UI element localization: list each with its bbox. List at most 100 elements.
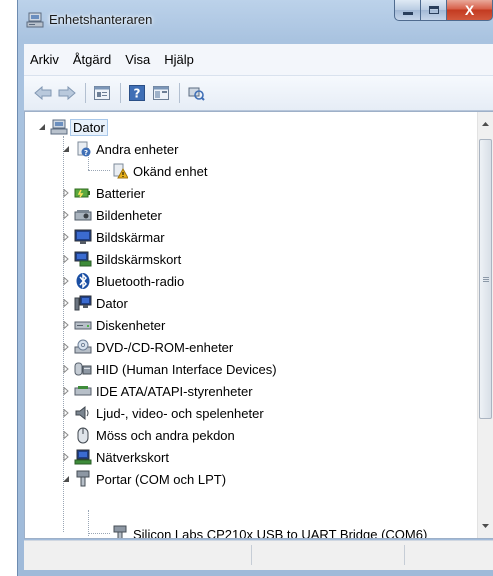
port-icon [74,470,92,488]
scroll-up-button[interactable] [478,115,493,132]
menu-arkiv[interactable]: Arkiv [24,52,66,67]
tree-connector [88,170,110,171]
tree-item-bildskarmskort[interactable]: Bildskärmskort [61,248,181,270]
scroll-down-button[interactable] [478,517,493,534]
computer-icon [50,118,68,136]
tree-item-label: Bildskärmar [96,229,165,245]
tree-item-ljud-video[interactable]: Ljud-, video- och spelenheter [61,402,264,424]
tree-connector [88,533,110,534]
expand-icon[interactable] [61,430,71,440]
tree-item-label: Möss och andra pekdon [96,427,235,443]
scrollbar-thumb[interactable] [479,139,492,419]
scroll-down-icon [482,523,489,528]
bluetooth-icon [74,272,92,290]
computer-icon [74,294,92,312]
unknown-device-folder-icon: ? [74,140,92,158]
expand-icon[interactable] [61,276,71,286]
expand-icon[interactable] [61,210,71,220]
tree-item-label: Nätverkskort [96,449,169,465]
tree-item-label: IDE ATA/ATAPI-styrenheter [96,383,253,399]
device-tree: Dator ? Andra enheter Okänd enhet Batter… [25,112,479,538]
tree-item-hid[interactable]: HID (Human Interface Devices) [61,358,277,380]
help-icon: ? [129,85,145,101]
hid-icon [74,360,92,378]
network-adapter-icon [74,448,92,466]
expand-icon[interactable] [61,452,71,462]
tree-item-diskenheter[interactable]: Diskenheter [61,314,165,336]
svg-text:?: ? [134,87,141,101]
scrollbar-grip [483,281,489,282]
properties-icon [94,86,110,100]
menu-visa[interactable]: Visa [118,52,157,67]
dvd-drive-icon [74,338,92,356]
toolbar-separator [85,83,86,103]
maximize-button[interactable] [421,0,447,21]
tree-child-silicon-labs[interactable]: Silicon Labs CP210x USB to UART Bridge (… [111,523,427,538]
tree-item-andra-enheter[interactable]: ? Andra enheter [61,138,178,160]
tree-item-label: Portar (COM och LPT) [96,471,227,487]
expand-icon[interactable] [61,320,71,330]
forward-button[interactable] [56,82,78,104]
tree-item-natverkskort[interactable]: Nätverkskort [61,446,169,468]
expand-icon[interactable] [61,386,71,396]
collapse-icon[interactable] [61,144,71,154]
tree-item-bildenheter[interactable]: Bildenheter [61,204,162,226]
menu-hjalp[interactable]: Hjälp [157,52,201,67]
ide-controller-icon [74,382,92,400]
disk-drive-icon [74,316,92,334]
device-manager-window: Enhetshanteraren X Arkiv Åtgärd Visa Hjä… [17,0,493,576]
tree-item-dator[interactable]: Dator [61,292,128,314]
tree-child-okand-enhet[interactable]: Okänd enhet [111,160,207,182]
tree-root[interactable]: Dator [37,116,108,138]
collapse-icon[interactable] [61,474,71,484]
scroll-up-icon [482,121,489,126]
console-tree-icon [153,86,169,100]
scan-hardware-icon [188,87,205,101]
display-adapter-icon [74,250,92,268]
tree-item-label: HID (Human Interface Devices) [96,361,277,377]
close-icon: X [464,2,475,18]
tree-item-ide-ata[interactable]: IDE ATA/ATAPI-styrenheter [61,380,253,402]
vertical-scrollbar[interactable] [477,112,493,538]
forward-arrow-icon [58,86,76,100]
menu-atgard[interactable]: Åtgärd [66,52,118,67]
tree-item-label: Ljud-, video- och spelenheter [96,405,264,421]
tree-item-label: Dator [96,295,128,311]
collapse-icon[interactable] [37,122,47,132]
back-button[interactable] [32,82,54,104]
title-bar[interactable]: Enhetshanteraren X [18,0,493,38]
tree-item-moss[interactable]: Möss och andra pekdon [61,424,235,446]
back-arrow-icon [34,86,52,100]
expand-icon[interactable] [61,364,71,374]
help-button[interactable]: ? [126,82,148,104]
warning-device-icon [111,162,129,180]
expand-icon[interactable] [61,298,71,308]
tree-item-label: Diskenheter [96,317,166,333]
tree-item-label: Bildenheter [96,207,162,223]
minimize-icon [402,12,413,15]
tree-item-batterier[interactable]: Batterier [61,182,145,204]
tree-item-dvd-cd-rom[interactable]: DVD-/CD-ROM-enheter [61,336,233,358]
speaker-icon [74,404,92,422]
tree-item-label: Bildskärmskort [96,251,182,267]
expand-icon[interactable] [61,342,71,352]
expand-icon[interactable] [61,254,71,264]
mouse-icon [74,426,92,444]
maximize-icon [428,6,439,14]
tree-item-bluetooth-radio[interactable]: Bluetooth-radio [61,270,184,292]
scan-hardware-button[interactable] [185,82,207,104]
scrollbar-grip [483,277,489,278]
close-button[interactable]: X [447,0,493,21]
tree-item-portar[interactable]: Portar (COM och LPT) [61,468,226,490]
device-tree-pane: Dator ? Andra enheter Okänd enhet Batter… [24,111,493,539]
toolbar-separator [179,83,180,103]
minimize-button[interactable] [394,0,421,21]
toolbar-separator [120,83,121,103]
expand-icon[interactable] [61,232,71,242]
properties-button[interactable] [91,82,113,104]
expand-icon[interactable] [61,188,71,198]
battery-icon [74,184,92,202]
expand-icon[interactable] [61,408,71,418]
tree-item-bildskarmar[interactable]: Bildskärmar [61,226,165,248]
console-tree-button[interactable] [150,82,172,104]
